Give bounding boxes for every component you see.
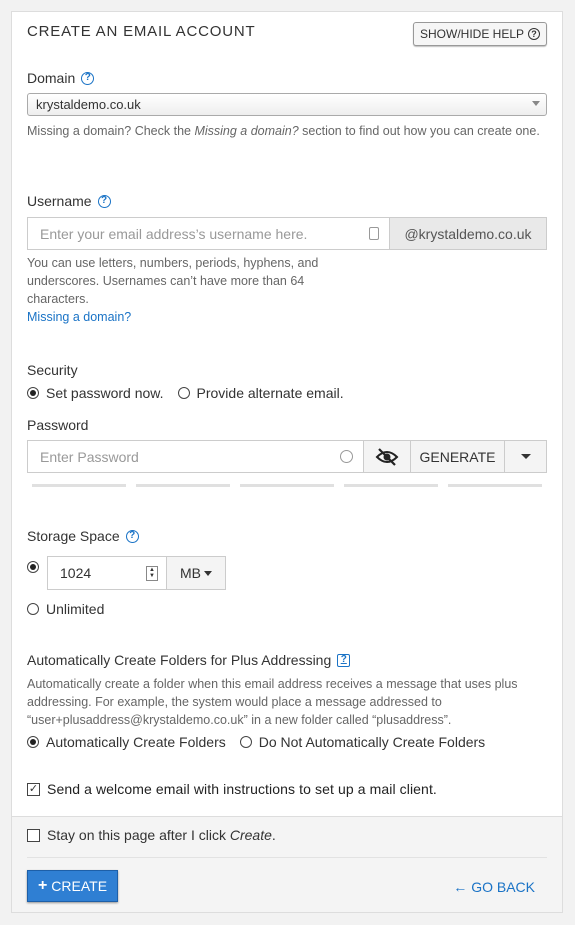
- show-hide-help-button[interactable]: SHOW/HIDE HELP ?: [412, 22, 547, 46]
- username-domain-addon: @krystaldemo.co.uk: [389, 217, 547, 250]
- domain-select[interactable]: krystaldemo.co.uk: [27, 93, 547, 116]
- storage-quota-value: 1024: [60, 565, 92, 581]
- username-hint: You can use letters, numbers, periods, h…: [27, 256, 319, 306]
- password-label: Password: [27, 417, 89, 433]
- stay-on-page-row: Stay on this page after I click Create.: [27, 827, 276, 843]
- plus-addressing-label-row: Automatically Create Folders for Plus Ad…: [27, 652, 351, 668]
- strength-segment-1: [32, 484, 126, 487]
- welcome-email-label: Send a welcome email with instructions t…: [47, 781, 437, 797]
- strength-segment-2: [136, 484, 230, 487]
- storage-unlimited-label: Unlimited: [46, 601, 105, 617]
- chevron-down-icon: [532, 101, 540, 106]
- strength-segment-3: [240, 484, 334, 487]
- domain-selected-value: krystaldemo.co.uk: [36, 97, 141, 112]
- domain-label: Domain: [27, 70, 76, 86]
- footer-divider: [27, 857, 547, 858]
- key-icon: [340, 450, 353, 463]
- plus-addressing-hint: Automatically create a folder when this …: [27, 677, 518, 727]
- strength-segment-4: [344, 484, 438, 487]
- create-button-label: CREATE: [51, 878, 108, 894]
- storage-unlimited-row: Unlimited: [27, 601, 104, 617]
- storage-label: Storage Space: [27, 528, 120, 544]
- caret-down-icon: [204, 570, 212, 576]
- set-password-radio[interactable]: [27, 387, 39, 399]
- username-label-row: Username ?: [27, 193, 111, 209]
- storage-quota-input[interactable]: 1024 ▲ ▼: [47, 556, 167, 590]
- username-label: Username: [27, 193, 92, 209]
- storage-unlimited-radio[interactable]: [27, 603, 39, 615]
- alternate-email-label: Provide alternate email.: [196, 385, 344, 401]
- caret-down-icon: [520, 454, 531, 459]
- password-placeholder: Enter Password: [40, 448, 139, 465]
- help-button-label: SHOW/HIDE HELP: [419, 27, 524, 41]
- security-options: Set password now. Provide alternate emai…: [27, 385, 344, 401]
- plus-addressing-label: Automatically Create Folders for Plus Ad…: [27, 652, 332, 668]
- auto-create-folders-label: Automatically Create Folders: [46, 734, 226, 750]
- create-button[interactable]: + CREATE: [27, 870, 118, 902]
- password-input[interactable]: Enter Password: [27, 440, 364, 473]
- generate-password-button[interactable]: GENERATE: [410, 440, 505, 473]
- create-email-panel: CREATE AN EMAIL ACCOUNT SHOW/HIDE HELP ?…: [11, 11, 563, 913]
- no-auto-folders-radio[interactable]: [239, 736, 252, 748]
- storage-label-row: Storage Space ?: [27, 528, 139, 544]
- eye-slash-icon: [375, 447, 399, 466]
- security-label: Security: [27, 362, 78, 378]
- domain-help-icon[interactable]: ?: [81, 71, 95, 85]
- stay-on-page-checkbox[interactable]: [27, 828, 40, 842]
- missing-domain-link[interactable]: Missing a domain?: [27, 308, 131, 326]
- question-icon: ?: [528, 28, 540, 40]
- domain-label-row: Domain ?: [27, 70, 95, 86]
- username-input[interactable]: Enter your email address’s username here…: [27, 217, 390, 250]
- storage-unit-dropdown[interactable]: MB: [166, 556, 226, 590]
- plus-addressing-options: Automatically Create Folders Do Not Auto…: [27, 734, 485, 750]
- strength-segment-5: [448, 484, 542, 487]
- arrow-left-icon: ←: [453, 879, 468, 895]
- set-password-label: Set password now.: [46, 385, 164, 401]
- form-footer: Stay on this page after I click Create. …: [12, 816, 562, 912]
- storage-limited-radio[interactable]: [27, 561, 39, 573]
- field-lock-icon: [369, 227, 379, 240]
- go-back-label: GO BACK: [471, 879, 535, 895]
- toggle-visibility-button[interactable]: [363, 440, 411, 473]
- stay-on-page-label: Stay on this page after I click Create.: [47, 827, 276, 843]
- page-title: CREATE AN EMAIL ACCOUNT: [27, 23, 256, 40]
- username-placeholder: Enter your email address’s username here…: [40, 225, 308, 242]
- no-auto-folders-label: Do Not Automatically Create Folders: [258, 734, 486, 750]
- username-help-icon[interactable]: ?: [97, 194, 111, 208]
- welcome-email-checkbox[interactable]: ✓: [27, 782, 40, 796]
- domain-hint: Missing a domain? Check the Missing a do…: [27, 124, 540, 138]
- spinner-icon: ▲ ▼: [146, 566, 158, 581]
- plus-help-icon[interactable]: ?: [337, 653, 351, 667]
- alternate-email-radio[interactable]: [177, 387, 190, 399]
- auto-create-folders-radio[interactable]: [27, 736, 39, 748]
- plus-icon: +: [37, 877, 48, 894]
- welcome-email-row: ✓ Send a welcome email with instructions…: [27, 781, 437, 797]
- go-back-link[interactable]: ← GO BACK: [453, 879, 535, 895]
- storage-unit-label: MB: [180, 565, 201, 581]
- storage-help-icon[interactable]: ?: [125, 529, 139, 543]
- generate-options-dropdown[interactable]: [504, 440, 547, 473]
